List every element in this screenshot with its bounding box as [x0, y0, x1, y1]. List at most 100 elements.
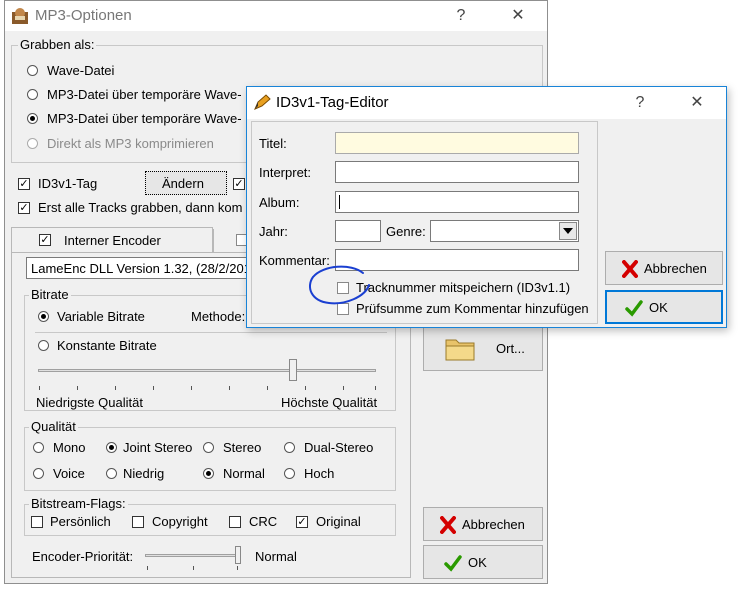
- crc-checkbox[interactable]: [229, 516, 241, 528]
- priority-slider-thumb[interactable]: [235, 546, 241, 564]
- slider-tick: [191, 386, 192, 390]
- encoder-version-field[interactable]: LameEnc DLL Version 1.32, (28/2/201: [26, 257, 252, 279]
- dialog-cancel-label: Abbrechen: [644, 261, 707, 276]
- grab-first-label: Erst alle Tracks grabben, dann kom: [38, 200, 243, 215]
- radio-wave-label: Wave-Datei: [47, 63, 115, 78]
- dialog-ok-button[interactable]: OK: [605, 290, 723, 324]
- slider-tick: [229, 386, 230, 390]
- extra-checkbox[interactable]: ✓: [233, 178, 245, 190]
- radio-mono[interactable]: [33, 442, 44, 453]
- cancel-button[interactable]: Abbrechen: [423, 507, 543, 541]
- genre-dropdown-button[interactable]: [559, 222, 577, 240]
- help-button[interactable]: ?: [441, 4, 481, 28]
- cancel-button-label: Abbrechen: [462, 517, 525, 532]
- browse-button-label: Ort...: [496, 341, 525, 356]
- folder-icon: [445, 339, 475, 361]
- bitstream-flags-label: Bitstream-Flags:: [29, 496, 128, 511]
- quality-slider-track[interactable]: [38, 369, 376, 372]
- personal-checkbox[interactable]: [31, 516, 43, 528]
- radio-mp3-temp-1-label: MP3-Datei über temporäre Wave-: [47, 87, 242, 102]
- ok-button[interactable]: OK: [423, 545, 543, 579]
- slider-tick: [193, 566, 194, 570]
- dialog-help-button[interactable]: ?: [620, 91, 660, 115]
- radio-normal[interactable]: [203, 468, 214, 479]
- radio-voice[interactable]: [33, 468, 44, 479]
- radio-high[interactable]: [284, 468, 295, 479]
- ok-button-label: OK: [468, 555, 487, 570]
- priority-value: Normal: [255, 549, 297, 564]
- title-field[interactable]: [335, 132, 579, 154]
- low-label: Niedrig: [123, 466, 165, 481]
- personal-label: Persönlich: [50, 514, 111, 529]
- radio-mp3-temp-1[interactable]: [27, 89, 38, 100]
- grab-as-label: Grabben als:: [18, 37, 97, 52]
- green-check-icon: [625, 300, 643, 317]
- crc-label: CRC: [249, 514, 278, 529]
- change-button-label: Ändern: [162, 176, 204, 191]
- encoder-version-text: LameEnc DLL Version 1.32, (28/2/201: [31, 261, 251, 276]
- genre-label: Genre:: [386, 224, 426, 239]
- radio-wave[interactable]: [27, 65, 38, 76]
- red-x-icon: [440, 516, 456, 534]
- track-number-label: Tracknummer mitspeichern (ID3v1.1): [356, 280, 571, 295]
- internal-encoder-checkbox[interactable]: ✓: [39, 234, 51, 246]
- dialog-cancel-button[interactable]: Abbrechen: [605, 251, 723, 285]
- artist-label: Interpret:: [259, 165, 312, 180]
- year-label: Jahr:: [259, 224, 288, 239]
- genre-select[interactable]: [430, 220, 579, 242]
- radio-mp3-temp-2[interactable]: [27, 113, 38, 124]
- original-checkbox[interactable]: ✓: [296, 516, 308, 528]
- slider-tick: [77, 386, 78, 390]
- joint-stereo-label: Joint Stereo: [123, 440, 193, 455]
- radio-joint-stereo[interactable]: [106, 442, 117, 453]
- highest-quality-label: Höchste Qualität: [281, 395, 378, 410]
- encoder-priority-label: Encoder-Priorität:: [32, 549, 134, 564]
- separator: [35, 332, 387, 333]
- year-field[interactable]: [335, 220, 381, 242]
- id3-checkbox-label: ID3v1-Tag: [38, 176, 98, 191]
- text-cursor: [339, 195, 340, 209]
- high-label: Hoch: [304, 466, 335, 481]
- slider-tick: [375, 386, 376, 390]
- slider-tick: [153, 386, 154, 390]
- radio-mp3-temp-2-label: MP3-Datei über temporäre Wave-: [47, 111, 242, 126]
- change-button[interactable]: Ändern: [145, 171, 227, 195]
- grab-first-checkbox[interactable]: ✓: [18, 202, 30, 214]
- radio-direct-mp3[interactable]: [27, 138, 38, 149]
- mono-label: Mono: [53, 440, 86, 455]
- radio-stereo[interactable]: [203, 442, 214, 453]
- artist-field[interactable]: [335, 161, 579, 183]
- radio-constant-bitrate[interactable]: [38, 340, 49, 351]
- id3-editor-dialog: ID3v1-Tag-Editor ? ✕ Titel: Interpret: A…: [246, 86, 727, 328]
- app-icon: [12, 8, 28, 24]
- browse-button[interactable]: Ort...: [423, 325, 543, 371]
- annotation-circle: [309, 265, 370, 305]
- original-label: Original: [316, 514, 361, 529]
- slider-tick: [267, 386, 268, 390]
- close-button[interactable]: ✕: [498, 4, 538, 28]
- radio-direct-mp3-label: Direkt als MP3 komprimieren: [47, 136, 214, 151]
- window-title: MP3-Optionen: [35, 7, 132, 24]
- copyright-checkbox[interactable]: [132, 516, 144, 528]
- priority-slider-track[interactable]: [145, 554, 241, 557]
- method-label: Methode:: [191, 309, 246, 324]
- slider-tick: [343, 386, 344, 390]
- radio-low[interactable]: [106, 468, 117, 479]
- quality-slider-thumb[interactable]: [288, 359, 297, 381]
- dialog-ok-label: OK: [649, 300, 668, 315]
- quality-group: Qualität: [24, 419, 396, 491]
- dialog-title-bar: ID3v1-Tag-Editor ? ✕: [247, 87, 726, 119]
- chevron-down-icon: [563, 228, 573, 234]
- green-check-icon: [444, 555, 462, 572]
- tab-internal-encoder[interactable]: ✓ Interner Encoder: [11, 227, 213, 253]
- dialog-title: ID3v1-Tag-Editor: [276, 94, 389, 111]
- album-field[interactable]: [335, 191, 579, 213]
- radio-variable-bitrate[interactable]: [38, 311, 49, 322]
- tab-internal-encoder-label: Interner Encoder: [64, 233, 161, 248]
- bitrate-label: Bitrate: [29, 287, 71, 302]
- id3-checkbox[interactable]: ✓: [18, 178, 30, 190]
- dialog-close-button[interactable]: ✕: [677, 91, 717, 115]
- normal-label: Normal: [223, 466, 265, 481]
- voice-label: Voice: [53, 466, 85, 481]
- radio-dual-stereo[interactable]: [284, 442, 295, 453]
